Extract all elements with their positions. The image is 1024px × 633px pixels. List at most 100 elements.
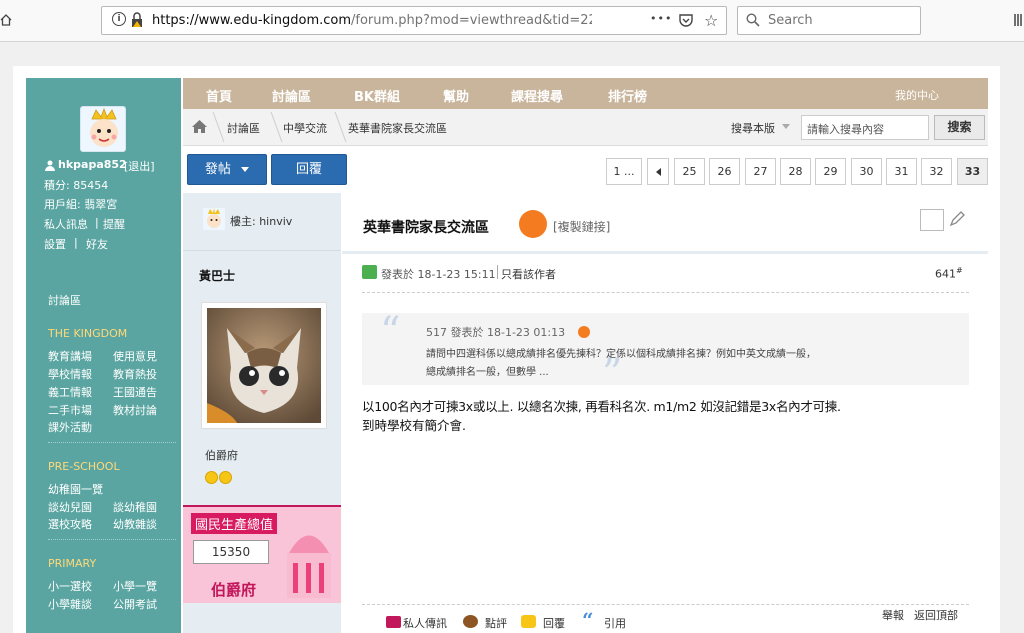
info-icon[interactable]: i: [112, 12, 126, 26]
settings-link[interactable]: 設置: [44, 236, 66, 252]
pocket-icon[interactable]: [678, 12, 694, 31]
nav-forum[interactable]: 討論區: [272, 86, 311, 105]
page-prev-button[interactable]: [647, 158, 669, 185]
username-link[interactable]: hkpapa852: [58, 158, 127, 171]
post-author-rank[interactable]: 伯爵府: [205, 447, 238, 463]
private-message-icon: [386, 616, 401, 628]
page-button[interactable]: 27: [745, 158, 776, 185]
sidebar: hkpapa852 [退出] 積分: 85454 用戶組: 翡翠宮 私人訊息 |…: [26, 78, 181, 633]
sidebar-link[interactable]: 談幼稚園: [113, 499, 157, 515]
nav-bk-groups[interactable]: BK群組: [354, 86, 400, 105]
meta-divider-line: [362, 292, 969, 293]
gnp-banner-value: 15350: [211, 545, 251, 559]
sidebar-link[interactable]: 公開考試: [113, 596, 157, 612]
nav-help[interactable]: 幫助: [443, 86, 469, 105]
page-button[interactable]: 29: [815, 158, 846, 185]
address-bar[interactable]: i https://www.edu-kingdom.com/forum.php?…: [101, 6, 727, 35]
thread-checkbox[interactable]: [920, 209, 944, 231]
sidebar-link[interactable]: 幼稚園一覽: [48, 481, 103, 497]
op-avatar[interactable]: [203, 208, 225, 230]
quote-header: 517 發表於 18-1-23 01:13: [426, 326, 566, 339]
private-message-link[interactable]: 私人傳訊: [403, 615, 447, 631]
sidebar-link[interactable]: 幼教雜談: [113, 516, 157, 532]
page-button[interactable]: 26: [709, 158, 740, 185]
sidebar-link[interactable]: 小學雜談: [48, 596, 92, 612]
sidebar-link[interactable]: 談幼兒園: [48, 499, 92, 515]
private-messages-link[interactable]: 私人訊息: [44, 216, 88, 232]
quote-jump-icon[interactable]: [578, 326, 590, 338]
sidebar-link[interactable]: 二手市場: [48, 402, 92, 418]
chevron-down-icon[interactable]: [782, 124, 790, 129]
breadcrumb-secondary[interactable]: 中學交流: [283, 120, 327, 136]
user-avatar[interactable]: [80, 106, 126, 152]
sidebar-link[interactable]: 課外活動: [48, 419, 92, 435]
page-button-first[interactable]: 1 ...: [606, 158, 642, 185]
page-button[interactable]: 25: [674, 158, 705, 185]
page-button[interactable]: 32: [921, 158, 952, 185]
post-author-avatar[interactable]: [201, 302, 327, 429]
quote-link[interactable]: 引用: [604, 615, 626, 631]
palace-icon: [287, 535, 331, 598]
page-button[interactable]: 31: [886, 158, 917, 185]
back-to-top-link[interactable]: 返回頂部: [914, 607, 958, 623]
section-title-preschool[interactable]: PRE-SCHOOL: [48, 460, 120, 473]
forum-search-button-label: 搜索: [947, 120, 972, 134]
reply-button[interactable]: 回覆: [271, 154, 347, 185]
nav-my-center[interactable]: 我的中心: [895, 87, 939, 103]
report-link[interactable]: 舉報: [882, 607, 904, 623]
forum-search-button[interactable]: 搜索: [934, 115, 985, 140]
sidebar-link[interactable]: 小一選校: [48, 578, 92, 594]
post-floor-number[interactable]: 641#: [935, 266, 963, 281]
meta-divider: [497, 265, 498, 279]
gnp-banner-title: 國民生產總值: [191, 513, 278, 534]
nav-ranking[interactable]: 排行榜: [608, 86, 647, 105]
sidebar-link[interactable]: 義工情報: [48, 384, 92, 400]
home-icon[interactable]: [0, 14, 12, 26]
sidebar-link[interactable]: 使用意見: [113, 348, 157, 364]
sidebar-link[interactable]: 教育講場: [48, 348, 92, 364]
sidebar-link[interactable]: 學校情報: [48, 366, 92, 382]
bookmark-star-icon[interactable]: ☆: [704, 11, 718, 30]
post-author-name[interactable]: 黃巴士: [199, 267, 235, 284]
search-scope-select[interactable]: 搜尋本版: [731, 120, 775, 136]
breadcrumb-forum[interactable]: 討論區: [227, 120, 260, 136]
reply-link[interactable]: 回覆: [543, 615, 565, 631]
lock-warning-icon[interactable]: [130, 12, 144, 31]
remind-link[interactable]: 提醒: [103, 216, 125, 232]
library-icon[interactable]: [1014, 12, 1024, 28]
copy-link[interactable]: [複製鏈接]: [553, 218, 610, 235]
nav-course-search[interactable]: 課程搜尋: [511, 86, 563, 105]
url-text[interactable]: https://www.edu-kingdom.com/forum.php?mo…: [152, 13, 592, 28]
forum-search-input[interactable]: 請輸入搜尋內容: [801, 115, 929, 140]
comment-link[interactable]: 點評: [485, 615, 507, 631]
section-title-primary[interactable]: PRIMARY: [48, 557, 96, 570]
page-button-current[interactable]: 33: [957, 158, 988, 185]
sidebar-link[interactable]: 教育熱投: [113, 366, 157, 382]
sidebar-link[interactable]: 小學一覽: [113, 578, 157, 594]
page-label: 29: [823, 165, 838, 178]
gnp-banner-value-box: 15350: [193, 540, 269, 564]
new-post-button[interactable]: 發帖: [187, 154, 267, 185]
sidebar-link[interactable]: 選校攻略: [48, 516, 92, 532]
sidebar-link[interactable]: 王國通告: [113, 384, 157, 400]
nav-home[interactable]: 首頁: [206, 86, 232, 105]
home-icon[interactable]: [192, 120, 207, 136]
sidebar-link[interactable]: 教材討論: [113, 402, 157, 418]
breadcrumb-current[interactable]: 英華書院家長交流區: [348, 120, 447, 136]
logout-link[interactable]: [退出]: [124, 158, 155, 174]
page-button[interactable]: 28: [780, 158, 811, 185]
page-button[interactable]: 30: [851, 158, 882, 185]
only-author-link[interactable]: 只看該作者: [501, 266, 556, 282]
browser-search-placeholder: Search: [768, 13, 813, 28]
forum-link[interactable]: 討論區: [48, 292, 81, 308]
main-nav: 首頁 討論區 BK群組 幫助 課程搜尋 排行榜 我的中心: [183, 78, 988, 109]
section-title-kingdom[interactable]: THE KINGDOM: [48, 327, 127, 340]
edit-pen-icon[interactable]: [949, 211, 965, 230]
points-text: 積分: 85454: [44, 179, 109, 192]
browser-search-box[interactable]: Search: [737, 6, 921, 35]
op-label[interactable]: 樓主: hinviv: [230, 213, 292, 229]
gnp-banner[interactable]: 國民生產總值 15350 伯爵府: [183, 505, 341, 603]
page-actions-menu-icon[interactable]: •••: [650, 12, 672, 25]
page-label: 28: [788, 165, 803, 178]
friends-link[interactable]: 好友: [86, 236, 108, 252]
